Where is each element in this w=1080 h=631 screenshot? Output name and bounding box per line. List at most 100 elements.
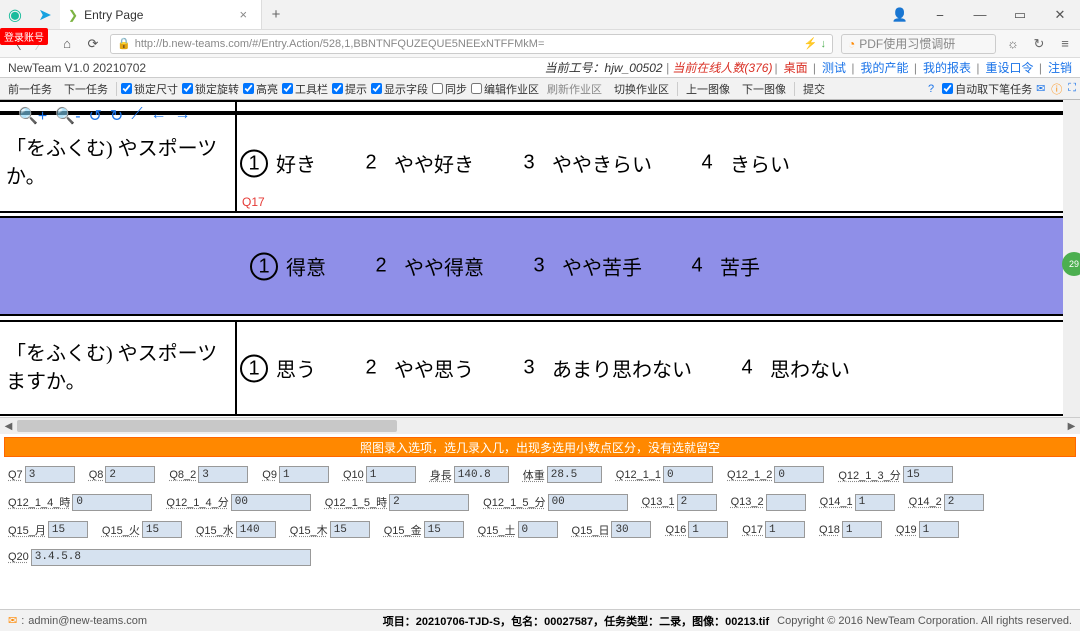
zoom-out-icon[interactable]: 🔍- [55,106,80,126]
nav-desktop[interactable]: 桌面 [784,61,808,75]
prev-task-button[interactable]: 前一任务 [4,81,56,97]
field-input[interactable] [31,549,311,566]
window-minimize-icon[interactable]: — [960,0,1000,29]
lock-rotate-check[interactable]: 锁定旋转 [182,81,239,97]
hint-check[interactable]: 提示 [332,81,367,97]
tab-close-icon[interactable]: × [239,7,247,22]
next-task-button[interactable]: 下一任务 [60,81,112,97]
field-input[interactable] [236,521,276,538]
field-input[interactable] [919,521,959,538]
dash-icon[interactable]: ⎯ [920,0,960,29]
field-input[interactable] [766,494,806,511]
menu-icon[interactable]: ≡ [1056,36,1074,51]
info-icon[interactable]: ⓘ [1051,81,1062,97]
status-email[interactable]: ✉ : admin@new-teams.com [8,614,147,627]
nav-logout[interactable]: 注销 [1048,61,1072,75]
field-input[interactable] [765,521,805,538]
scroll-left-icon[interactable]: ◀ [0,421,17,432]
browser-tab[interactable]: ❯ Entry Page × [60,0,262,29]
tab-title: Entry Page [84,8,143,22]
show-field-check[interactable]: 显示字段 [371,81,428,97]
acct-icon[interactable]: 👤 [880,0,920,29]
sync-check[interactable]: 同步 [432,81,467,97]
field-input[interactable] [424,521,464,538]
field-label: 体重 [523,467,545,483]
field-input[interactable] [142,521,182,538]
switch-area-button[interactable]: 切换作业区 [610,81,673,97]
h-scrollbar[interactable]: ◀ ▶ [0,417,1080,434]
lock-size-check[interactable]: 锁定尺寸 [121,81,178,97]
green-badge[interactable]: 29 [1062,252,1080,276]
download-icon[interactable]: ↻ [1030,36,1048,52]
edit-area-check[interactable]: 编辑作业区 [471,81,539,97]
field-input[interactable] [855,494,895,511]
highlight-check[interactable]: 高亮 [243,81,278,97]
nav-test[interactable]: 测试 [822,61,846,75]
field-input[interactable] [842,521,882,538]
field-input[interactable] [518,521,558,538]
url-field[interactable]: 🔒 http://b.new-teams.com/#/Entry.Action/… [110,34,833,54]
fit-icon[interactable]: ⟋ [131,106,142,126]
field-label: 身長 [430,467,452,483]
window-maximize-icon[interactable]: ▭ [1000,0,1040,29]
toolbar-check[interactable]: 工具栏 [282,81,328,97]
send-icon[interactable]: ➤ [30,0,60,29]
field-input[interactable] [279,466,329,483]
nav-capacity[interactable]: 我的产能 [861,61,909,75]
field-input[interactable] [611,521,651,538]
rotate-left-icon[interactable]: ↺ [89,106,102,126]
auto-next-check[interactable]: 自动取下笔任务 [942,81,1032,97]
fullscreen-icon[interactable]: ⛶ [1068,82,1076,95]
option-row: 1好き2やや好き3ややきらい4きらい [240,149,1059,178]
field-label: Q12_1_1 [616,469,661,481]
field-input[interactable] [48,521,88,538]
question-row[interactable]: 1得意2やや得意3やや苦手4苦手 [0,216,1063,316]
mail-icon[interactable]: ✉ [1036,82,1045,95]
field-input[interactable] [454,466,509,483]
nav-reload-icon[interactable]: ⟳ [84,36,102,52]
zoom-in-icon[interactable]: 🔍+ [18,106,47,126]
field-input[interactable] [105,466,155,483]
field-input[interactable] [663,466,713,483]
scroll-thumb[interactable] [17,420,397,432]
rotate-right-icon[interactable]: ↻ [110,106,123,126]
field-input[interactable] [389,494,469,511]
field-input[interactable] [72,494,152,511]
next-img-button[interactable]: 下一图像 [738,81,790,97]
image-view[interactable]: 「をふくむ) やスポーツか。1好き2やや好き3ややきらい4きらいQ171得意2や… [0,100,1080,417]
nav-home-icon[interactable]: ⌂ [58,36,76,51]
extensions-icon[interactable]: ⚡ ↓ [804,37,826,50]
question-row[interactable]: 「をふくむ) やスポーツか。1好き2やや好き3ややきらい4きらいQ17 [0,113,1063,213]
field-label: Q17 [742,524,763,536]
field-input[interactable] [548,494,628,511]
field-input[interactable] [774,466,824,483]
option-text: 好き [276,149,316,178]
arrow-right-icon[interactable]: → [175,106,191,126]
field-input[interactable] [330,521,370,538]
field-input[interactable] [944,494,984,511]
refresh-area-button[interactable]: 刷新作业区 [543,81,606,97]
help-icon[interactable]: ? [924,83,938,95]
arrow-left-icon[interactable]: ← [151,106,167,126]
submit-button[interactable]: 提交 [799,81,829,97]
new-tab-button[interactable]: + [262,0,290,29]
option-text: やや好き [394,149,474,178]
field-input[interactable] [903,466,953,483]
scroll-right-icon[interactable]: ▶ [1063,421,1080,432]
pdf-search[interactable]: ◔ PDF使用习惯调研 [841,34,996,54]
field-input[interactable] [688,521,728,538]
nav-report[interactable]: 我的报表 [923,61,971,75]
field-input[interactable] [547,466,602,483]
field-input[interactable] [366,466,416,483]
question-row[interactable]: 「をふくむ) やスポーツますか。1思う2やや思う3あまり思わない4思わない [0,320,1063,416]
field-input[interactable] [231,494,311,511]
nav-reset[interactable]: 重设口令 [986,61,1034,75]
theme-icon[interactable]: ☼ [1004,36,1022,51]
field-input[interactable] [25,466,75,483]
window-close-icon[interactable]: ✕ [1040,0,1080,29]
prev-img-button[interactable]: 上一图像 [682,81,734,97]
field-Q15_日: Q15_日 [572,521,652,538]
field-input[interactable] [198,466,248,483]
field-input[interactable] [677,494,717,511]
field-label: Q12_1_3_分 [838,467,900,483]
